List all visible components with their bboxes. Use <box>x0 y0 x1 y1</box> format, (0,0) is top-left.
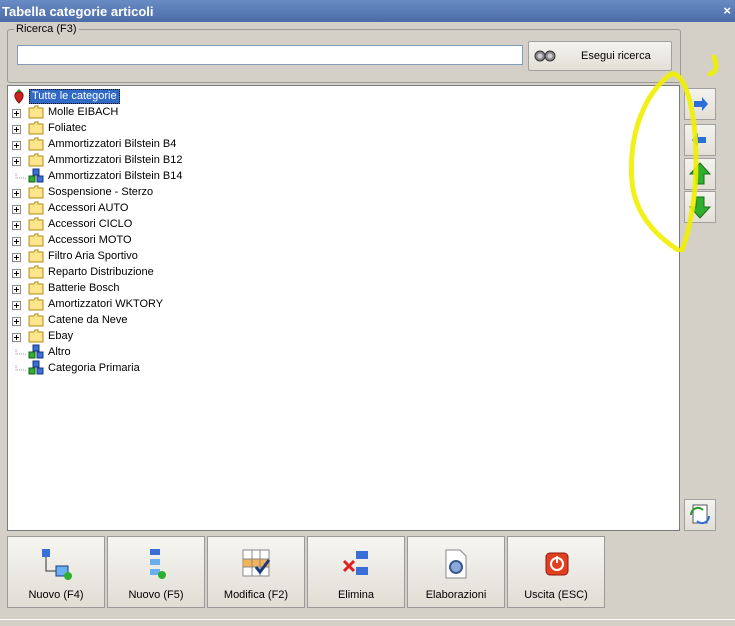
action-button-label: Elaborazioni <box>425 589 487 601</box>
edit-grid-icon <box>240 547 274 584</box>
action-bar: Nuovo (F4) Nuovo (F5) Modifica (F2) Elimina… <box>7 536 607 608</box>
refresh-document-icon <box>689 504 711 525</box>
tree-item[interactable]: Accessori AUTO <box>8 200 268 216</box>
expand-plus-icon[interactable] <box>12 123 21 134</box>
tree-item-label: Ebay <box>48 330 74 342</box>
tree-item-label: Catene da Neve <box>48 314 128 326</box>
tree-item-label: Amortizzatori WKTORY <box>48 298 164 310</box>
window-title: Tabella categorie articoli <box>2 4 154 19</box>
tree-item[interactable]: Catene da Neve <box>8 312 268 328</box>
tree-item-label: Ammortizzatori Bilstein B12 <box>48 154 183 166</box>
tree-connector <box>12 347 26 356</box>
tree-item-label: Reparto Distribuzione <box>48 266 154 278</box>
action-button-edit-grid[interactable]: Modifica (F2) <box>207 536 305 608</box>
tree-root[interactable]: Tutte le categorie <box>8 88 208 104</box>
tree-item-label: Sospensione - Sterzo <box>48 186 154 198</box>
tree-item-label: Categoria Primaria <box>48 362 140 374</box>
expand-plus-icon[interactable] <box>12 299 21 310</box>
tree-item-label: Ammortizzatori Bilstein B14 <box>48 170 183 182</box>
tree-root-label: Tutte le categorie <box>29 89 120 104</box>
expand-plus-icon[interactable] <box>12 219 21 230</box>
title-bar: Tabella categorie articoli × <box>0 0 735 22</box>
tree-item-label: Molle EIBACH <box>48 106 119 118</box>
tree-item-label: Accessori MOTO <box>48 234 132 246</box>
action-button-exit-power[interactable]: Uscita (ESC) <box>507 536 605 608</box>
window-body: Ricerca (F3) Esegui ricerca Tutte le cat… <box>0 22 735 626</box>
tree-item-label: Ammortizzatori Bilstein B4 <box>48 138 177 150</box>
expand-plus-icon[interactable] <box>12 235 21 246</box>
tree-item[interactable]: Reparto Distribuzione <box>8 264 268 280</box>
tree-item-label: Accessori AUTO <box>48 202 129 214</box>
tree-item[interactable]: Foliatec <box>8 120 268 136</box>
action-button-label: Uscita (ESC) <box>524 589 588 601</box>
refresh-button[interactable] <box>684 499 716 531</box>
binoculars-icon <box>533 47 557 66</box>
exit-power-icon <box>540 547 574 584</box>
tree-item-label: Altro <box>48 346 71 358</box>
tree-connector <box>12 171 26 180</box>
tree-item[interactable]: Ammortizzatori Bilstein B12 <box>8 152 268 168</box>
expand-plus-icon[interactable] <box>12 107 21 118</box>
new-sibling-node-icon <box>140 547 174 584</box>
tree-item[interactable]: Ebay <box>8 328 268 344</box>
expand-plus-icon[interactable] <box>12 155 21 166</box>
tree-item[interactable]: Amortizzatori WKTORY <box>8 296 268 312</box>
expand-plus-icon[interactable] <box>12 315 21 326</box>
expand-plus-icon[interactable] <box>12 331 21 342</box>
processing-gear-icon <box>440 547 474 584</box>
action-button-new-sibling-node[interactable]: Nuovo (F5) <box>107 536 205 608</box>
category-cubes-icon <box>28 360 44 381</box>
close-icon[interactable]: × <box>723 3 731 18</box>
expand-plus-icon[interactable] <box>12 203 21 214</box>
search-legend: Ricerca (F3) <box>14 23 79 35</box>
tree-item[interactable]: Filtro Aria Sportivo <box>8 248 268 264</box>
tree-item[interactable]: Accessori CICLO <box>8 216 268 232</box>
tree-item-label: Filtro Aria Sportivo <box>48 250 138 262</box>
tree-connector <box>12 363 26 372</box>
action-button-processing-gear[interactable]: Elaborazioni <box>407 536 505 608</box>
new-child-node-icon <box>40 547 74 584</box>
action-button-label: Nuovo (F4) <box>28 589 84 601</box>
highlight-marker <box>628 54 719 252</box>
tree-item[interactable]: Ammortizzatori Bilstein B4 <box>8 136 268 152</box>
search-input[interactable] <box>17 45 523 65</box>
tree-item-label: Foliatec <box>48 122 87 134</box>
expand-plus-icon[interactable] <box>12 283 21 294</box>
category-tree[interactable]: Tutte le categorie Molle EIBACH Foliatec A… <box>7 85 680 531</box>
tree-item[interactable]: Categoria Primaria <box>8 360 268 376</box>
tree-item-label: Accessori CICLO <box>48 218 133 230</box>
tree-item[interactable]: Molle EIBACH <box>8 104 268 120</box>
action-button-new-child-node[interactable]: Nuovo (F4) <box>7 536 105 608</box>
expand-plus-icon[interactable] <box>12 139 21 150</box>
delete-node-icon <box>340 547 374 584</box>
expand-plus-icon[interactable] <box>12 267 21 278</box>
tree-item[interactable]: Sospensione - Sterzo <box>8 184 268 200</box>
action-button-delete-node[interactable]: Elimina <box>307 536 405 608</box>
tree-item[interactable]: Batterie Bosch <box>8 280 268 296</box>
action-button-label: Nuovo (F5) <box>128 589 184 601</box>
action-button-label: Elimina <box>337 589 375 601</box>
search-group: Ricerca (F3) Esegui ricerca <box>7 23 681 83</box>
tree-item[interactable]: Accessori MOTO <box>8 232 268 248</box>
tree-item[interactable]: Altro <box>8 344 268 360</box>
expand-plus-icon[interactable] <box>12 251 21 262</box>
expand-plus-icon[interactable] <box>12 187 21 198</box>
action-button-label: Modifica (F2) <box>223 589 289 601</box>
tree-item[interactable]: Ammortizzatori Bilstein B14 <box>8 168 268 184</box>
tree-item-label: Batterie Bosch <box>48 282 120 294</box>
